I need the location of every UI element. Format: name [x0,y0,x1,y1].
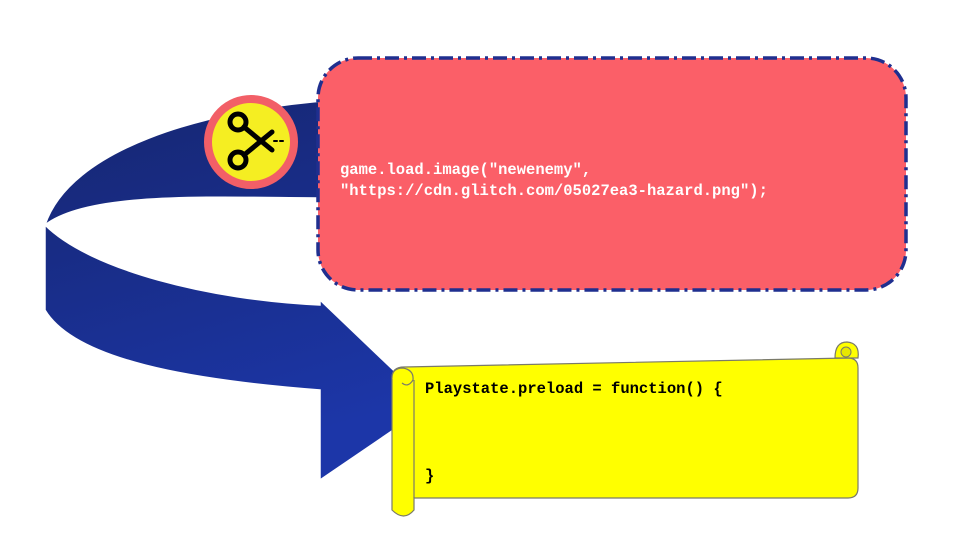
code-box-line-2: "https://cdn.glitch.com/05027ea3-hazard.… [340,182,768,200]
scroll-code-line-2: } [425,467,435,485]
code-box-text: game.load.image("newenemy", "https://cdn… [340,160,768,202]
code-box-line-1: game.load.image("newenemy", [340,161,592,179]
diagram-canvas [43,56,908,517]
scroll-top-curl-dot [840,346,852,358]
code-scroll [391,341,859,517]
cut-badge [204,95,298,189]
scroll-code-line-1: Playstate.preload = function() { [425,380,723,398]
